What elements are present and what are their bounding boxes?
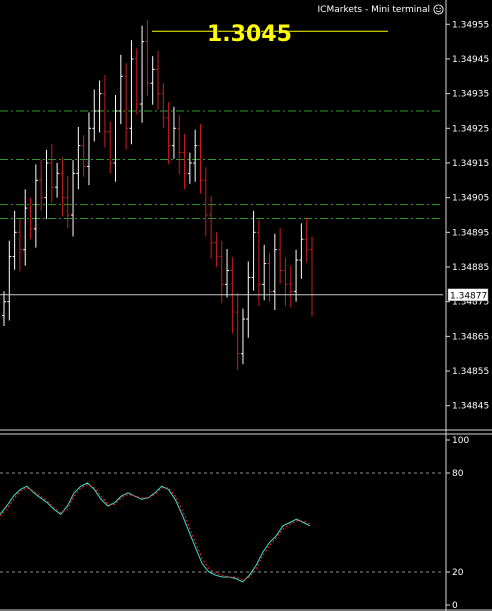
price-bar	[214, 232, 219, 268]
price-bar	[33, 164, 38, 248]
price-tick-label: 1.34855	[452, 367, 489, 377]
price-tick-label: 1.34945	[452, 55, 489, 65]
price-bar	[49, 144, 54, 204]
overlay-price-label: 1.3045	[207, 22, 292, 47]
price-bar	[193, 129, 198, 182]
price-bar	[145, 20, 150, 97]
price-bar	[299, 223, 304, 279]
price-bar	[304, 217, 309, 263]
price-bar	[256, 219, 261, 306]
price-bar	[251, 210, 256, 291]
price-bar	[140, 25, 145, 123]
oscillator-tick-label: 80	[452, 469, 464, 479]
price-bar	[129, 40, 134, 145]
price-tick-label: 1.34885	[452, 263, 489, 273]
smiley-icon	[433, 4, 444, 15]
price-bar	[288, 265, 293, 308]
price-bar	[71, 160, 76, 237]
price-bar	[161, 83, 166, 129]
price-bar	[108, 121, 113, 174]
price-bar	[177, 115, 182, 175]
price-tick-label: 1.34925	[452, 124, 489, 134]
price-bar	[124, 63, 129, 150]
price-bar	[294, 249, 299, 302]
price-bar	[44, 149, 49, 220]
price-bar	[272, 233, 277, 311]
chart-canvas[interactable]: 1.34955 1.34945 1.34935 1.34925 1.34915 1.349…	[0, 0, 492, 611]
price-bar	[39, 158, 44, 211]
price-bar	[187, 152, 192, 184]
price-bar	[198, 124, 203, 194]
price-bar	[28, 197, 33, 240]
price-bar	[225, 248, 230, 298]
price-tick-label: 1.34865	[452, 332, 489, 342]
price-bar	[262, 244, 267, 301]
price-bar	[118, 54, 123, 125]
price-bar	[156, 50, 160, 110]
oscillator-signal-line	[0, 484, 311, 581]
price-bar	[65, 176, 70, 229]
current-price-label: 1.34877	[450, 291, 487, 301]
price-bar	[2, 291, 6, 326]
oscillator-main-line	[0, 482, 311, 583]
price-tick-label: 1.34845	[452, 402, 489, 412]
price-tick-label: 1.34935	[452, 90, 489, 100]
oscillator-tick-label: 20	[452, 568, 464, 578]
price-bar	[283, 257, 288, 306]
terminal-title: ICMarkets - Mini terminal	[317, 4, 430, 15]
price-bar	[150, 56, 155, 105]
price-tick-label: 1.34955	[452, 20, 489, 30]
price-bar	[86, 112, 91, 186]
price-bar	[113, 95, 118, 182]
price-bar	[60, 157, 65, 217]
price-bar	[76, 126, 81, 190]
price-bar	[240, 308, 245, 365]
price-bar	[203, 167, 208, 237]
price-bar	[219, 240, 224, 304]
price-bar	[134, 48, 139, 115]
price-tick-label: 1.34895	[452, 228, 489, 238]
price-bar	[12, 210, 17, 270]
price-bar	[310, 236, 314, 317]
price-bar	[55, 162, 60, 198]
price-bar	[81, 135, 86, 177]
price-bar	[92, 89, 97, 142]
price-bar	[7, 240, 12, 321]
price-bar	[17, 219, 22, 272]
price-bar	[246, 261, 251, 338]
price-bar	[182, 133, 187, 190]
price-bar	[230, 257, 235, 334]
price-bar	[209, 196, 214, 259]
terminal-title-bar: ICMarkets - Mini terminal	[318, 4, 444, 15]
oscillator-tick-label: 0	[452, 601, 458, 611]
price-bar	[235, 293, 240, 370]
price-bar	[278, 228, 283, 284]
price-bar	[171, 106, 176, 159]
oscillator-tick-label: 100	[452, 436, 469, 446]
price-bar	[97, 80, 102, 133]
price-bar	[23, 189, 28, 266]
price-tick-label: 1.34905	[452, 194, 489, 204]
price-tick-label: 1.34915	[452, 159, 489, 169]
